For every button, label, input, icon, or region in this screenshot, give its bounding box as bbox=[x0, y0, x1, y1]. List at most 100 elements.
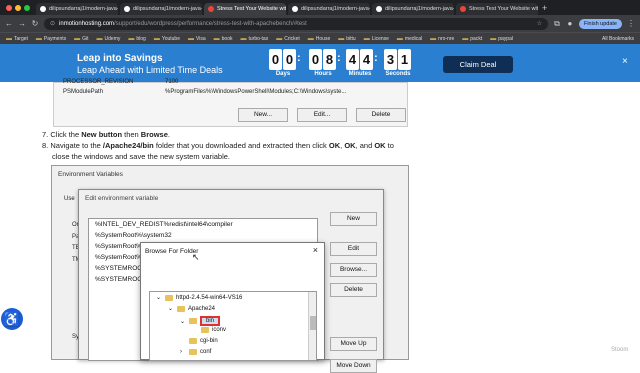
env-var-row[interactable]: PSModulePath %ProgramFiles%\WindowsPowerS… bbox=[63, 89, 346, 95]
browser-tab[interactable]: dilipsundarraj1/modern-java-...× bbox=[120, 3, 202, 15]
bookmark-item[interactable]: ▬ Target bbox=[6, 36, 28, 42]
tree-node-label: Apache24 bbox=[188, 305, 216, 312]
delete-button[interactable]: Delete bbox=[330, 283, 377, 297]
folder-icon bbox=[189, 349, 197, 355]
expand-arrow-icon[interactable]: ⌄ bbox=[168, 305, 174, 312]
site-info-icon[interactable]: ⊙ bbox=[50, 20, 55, 27]
browser-tab[interactable]: dilipsundarraj1/modern-java-...× bbox=[372, 3, 454, 15]
maximize-window-icon[interactable] bbox=[24, 4, 30, 11]
forward-icon[interactable]: → bbox=[18, 19, 26, 28]
folder-icon bbox=[177, 305, 185, 312]
step-bold-text: OK bbox=[344, 141, 356, 150]
bookmark-item[interactable]: ▬ Cricket bbox=[276, 36, 300, 42]
bookmark-item[interactable]: ▬ License bbox=[364, 36, 389, 42]
folder-icon: ▬ bbox=[35, 35, 42, 42]
step-text: , and bbox=[355, 141, 375, 150]
bookmark-item[interactable]: ▬ medical bbox=[397, 36, 422, 42]
folder-tree[interactable]: ⌄ httpd-2.4.54-win64-VS16 ⌄ Apache24 ⌄ bin ic… bbox=[149, 291, 317, 361]
extensions-icon[interactable]: ⧉ bbox=[553, 19, 561, 29]
bookmark-item[interactable]: ▬ book bbox=[214, 36, 233, 42]
new-tab-icon[interactable]: + bbox=[542, 3, 547, 13]
tab-favicon-icon bbox=[292, 6, 298, 12]
new-button[interactable]: New bbox=[330, 212, 377, 226]
expand-arrow-icon[interactable]: › bbox=[180, 349, 186, 355]
step-number: 7. bbox=[42, 130, 49, 139]
browser-tab[interactable]: dilipsundarraj1/modern-java-...× bbox=[36, 3, 118, 15]
bookmark-label: packt bbox=[470, 35, 483, 42]
folder-icon bbox=[201, 327, 209, 333]
tree-node[interactable]: ⌄ Apache24 bbox=[168, 305, 215, 312]
move-down-button[interactable]: Move Down bbox=[330, 359, 377, 373]
step-text: Navigate to the bbox=[50, 141, 103, 150]
expand-arrow-icon[interactable]: ⌄ bbox=[156, 294, 162, 301]
countdown-digit: 0 bbox=[269, 49, 282, 70]
menu-icon[interactable]: ⋮ bbox=[627, 19, 635, 28]
bookmark-item[interactable]: ▬ Youtube bbox=[154, 36, 180, 42]
tree-scrollbar[interactable] bbox=[308, 292, 316, 360]
delete-button[interactable]: Delete bbox=[356, 108, 406, 122]
mouse-cursor-icon: ↖ bbox=[192, 252, 200, 262]
tab-label: Stress Test Your Website wit... bbox=[469, 6, 538, 12]
folder-icon: ▬ bbox=[213, 35, 220, 42]
bookmark-item[interactable]: ▬ House bbox=[308, 36, 330, 42]
folder-icon: ▬ bbox=[396, 35, 403, 42]
close-icon[interactable]: × bbox=[622, 56, 628, 67]
bookmark-item[interactable]: ▬ turbo-tax bbox=[240, 36, 268, 42]
bookmark-item[interactable]: ▬ blog bbox=[128, 36, 145, 42]
bookmark-item[interactable]: ▬ Visa bbox=[188, 36, 206, 42]
path-entry[interactable]: %SystemRoot% bbox=[95, 254, 142, 261]
bookmark-label: Udemy bbox=[104, 35, 121, 42]
bookmark-item[interactable]: ▬ packt bbox=[462, 36, 482, 42]
accessibility-icon[interactable]: ♿ bbox=[1, 308, 23, 330]
folder-icon bbox=[189, 338, 197, 344]
countdown-digit: 4 bbox=[360, 49, 373, 70]
move-up-button[interactable]: Move Up bbox=[330, 337, 377, 351]
path-entry[interactable]: %SystemRoot% bbox=[95, 243, 142, 250]
edit-button[interactable]: Edit bbox=[330, 242, 377, 256]
url-input[interactable]: ⊙ inmotionhosting.com/support/edu/wordpr… bbox=[44, 17, 548, 30]
bookmark-label: Payments bbox=[43, 35, 67, 42]
tab-label: Stress Test Your Website wit... bbox=[217, 6, 286, 12]
tree-node[interactable]: ⌄ bin bbox=[180, 316, 221, 326]
reload-icon[interactable]: ↻ bbox=[31, 19, 39, 28]
finish-update-button[interactable]: Finish update bbox=[578, 18, 622, 29]
path-entry[interactable]: %INTEL_DEV_REDIST%redist\intel64\compile… bbox=[95, 221, 233, 228]
bookmark-item[interactable]: ▬ Udemy bbox=[97, 36, 121, 42]
bookmark-item[interactable]: ▬ Payments bbox=[36, 36, 66, 42]
browser-tab[interactable]: dilipsundarraj1/modern-java-...× bbox=[288, 3, 370, 15]
all-bookmarks[interactable]: All Bookmarks bbox=[602, 36, 634, 42]
path-entry[interactable]: %SystemRoot%\system32 bbox=[95, 232, 172, 239]
claim-deal-button[interactable]: Claim Deal bbox=[443, 56, 513, 73]
expand-arrow-icon[interactable]: ⌄ bbox=[180, 318, 186, 325]
browser-tab[interactable]: Stress Test Your Website wit...× bbox=[204, 3, 286, 15]
bookmark-item[interactable]: ▬ bittu bbox=[338, 36, 355, 42]
env-var-row[interactable]: PROCESSOR_REVISION 7100 bbox=[63, 79, 178, 85]
bookmark-item[interactable]: ▬ Git bbox=[74, 36, 88, 42]
window-controls[interactable] bbox=[0, 4, 36, 11]
tree-node[interactable]: ⌄ httpd-2.4.54-win64-VS16 bbox=[156, 294, 242, 301]
edit-button[interactable]: Edit... bbox=[297, 108, 347, 122]
profile-icon[interactable]: ● bbox=[566, 19, 574, 28]
folder-icon: ▬ bbox=[307, 35, 314, 42]
tree-node[interactable]: cgi-bin bbox=[180, 338, 218, 344]
tab-label: dilipsundarraj1/modern-java-... bbox=[301, 6, 370, 12]
folder-icon: ▬ bbox=[6, 35, 12, 42]
close-icon[interactable]: × bbox=[313, 245, 318, 255]
tree-node[interactable]: iconv bbox=[192, 327, 226, 333]
tab-list: dilipsundarraj1/modern-java-...×dilipsun… bbox=[36, 0, 538, 15]
new-button[interactable]: New... bbox=[238, 108, 288, 122]
bookmark-item[interactable]: ▬ nro-nre bbox=[430, 36, 454, 42]
step-bold-text: OK bbox=[374, 141, 386, 150]
back-icon[interactable]: ← bbox=[5, 19, 13, 28]
minimize-window-icon[interactable] bbox=[15, 4, 21, 11]
close-window-icon[interactable] bbox=[6, 4, 12, 11]
countdown-digit: 8 bbox=[323, 49, 336, 70]
tree-node-label: cgi-bin bbox=[200, 338, 218, 344]
tree-node[interactable]: › conf bbox=[180, 349, 211, 355]
folder-icon bbox=[165, 294, 173, 301]
bookmark-star-icon[interactable]: ☆ bbox=[537, 20, 542, 27]
watermark: Stoom bbox=[611, 347, 629, 353]
browser-tab[interactable]: Stress Test Your Website wit...× bbox=[456, 3, 538, 15]
bookmark-item[interactable]: ▬ paypal bbox=[490, 36, 513, 42]
browse-button[interactable]: Browse... bbox=[330, 263, 377, 277]
